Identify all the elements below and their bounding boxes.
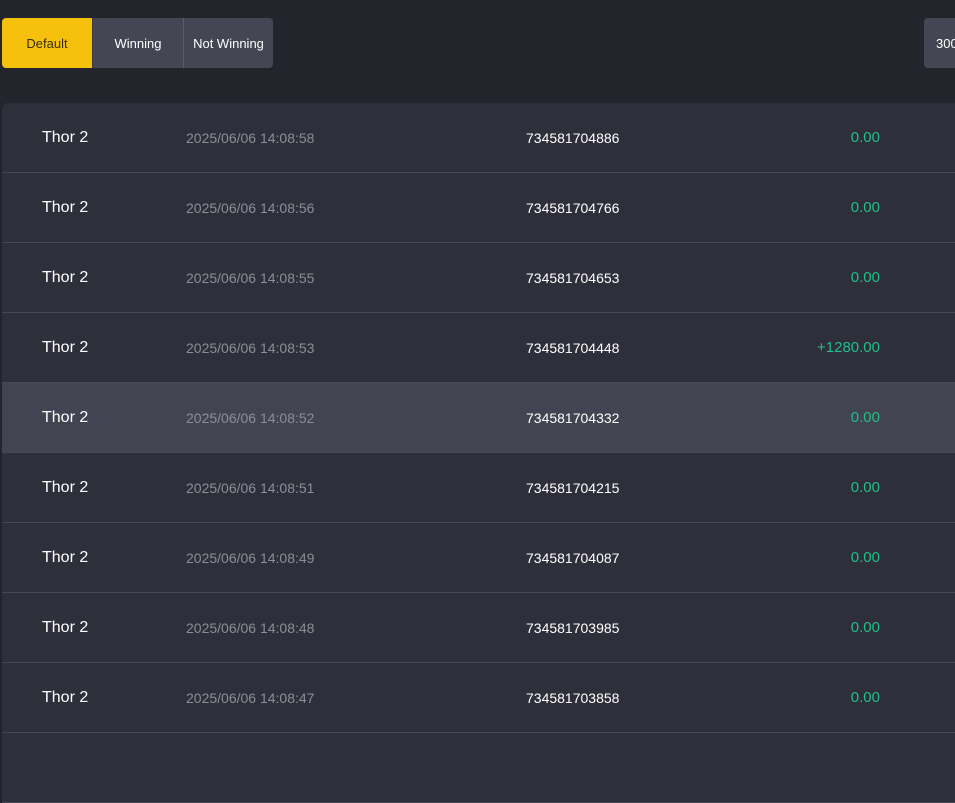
table-row-partial[interactable]: [2, 733, 955, 803]
bet-time: 2025/06/06 14:08:58: [186, 130, 315, 146]
game-name: Thor 2: [42, 269, 89, 286]
table-row[interactable]: Thor 2 2025/06/06 14:08:53 734581704448 …: [2, 313, 955, 383]
game-name: Thor 2: [42, 689, 89, 706]
range-select-button[interactable]: 300: [924, 18, 955, 68]
bet-id: 734581703858: [526, 690, 620, 706]
bet-id: 734581704653: [526, 270, 620, 286]
win-amount: 0.00: [850, 199, 880, 216]
win-amount: 0.00: [850, 689, 880, 706]
game-name: Thor 2: [42, 409, 89, 426]
bet-time: 2025/06/06 14:08:52: [186, 410, 315, 426]
filter-not-winning-button[interactable]: Not Winning: [183, 18, 273, 68]
game-name: Thor 2: [42, 479, 89, 496]
bet-time: 2025/06/06 14:08:51: [186, 480, 315, 496]
bet-id: 734581704886: [526, 130, 620, 146]
filter-default-button[interactable]: Default: [2, 18, 92, 68]
table-row[interactable]: Thor 2 2025/06/06 14:08:48 734581703985 …: [2, 593, 955, 663]
win-amount: +1280.00: [817, 339, 880, 356]
win-amount: 0.00: [850, 619, 880, 636]
bet-id: 734581704448: [526, 340, 620, 356]
bet-time: 2025/06/06 14:08:47: [186, 690, 315, 706]
filter-winning-button[interactable]: Winning: [92, 18, 183, 68]
win-amount: 0.00: [850, 479, 880, 496]
table-row[interactable]: Thor 2 2025/06/06 14:08:55 734581704653 …: [2, 243, 955, 313]
table-row[interactable]: Thor 2 2025/06/06 14:08:47 734581703858 …: [2, 663, 955, 733]
win-amount: 0.00: [850, 409, 880, 426]
table-row[interactable]: Thor 2 2025/06/06 14:08:49 734581704087 …: [2, 523, 955, 593]
win-amount: 0.00: [850, 129, 880, 146]
win-amount: 0.00: [850, 549, 880, 566]
bet-id: 734581704766: [526, 200, 620, 216]
table-row[interactable]: Thor 2 2025/06/06 14:08:58 734581704886 …: [2, 103, 955, 173]
filter-tabs: Default Winning Not Winning: [2, 18, 273, 68]
game-name: Thor 2: [42, 339, 89, 356]
bet-time: 2025/06/06 14:08:56: [186, 200, 315, 216]
game-name: Thor 2: [42, 199, 89, 216]
bet-id: 734581704332: [526, 410, 620, 426]
bet-id: 734581703985: [526, 620, 620, 636]
table-row-highlighted[interactable]: Thor 2 2025/06/06 14:08:52 734581704332 …: [2, 383, 955, 453]
win-amount: 0.00: [850, 269, 880, 286]
bet-time: 2025/06/06 14:08:55: [186, 270, 315, 286]
bet-time: 2025/06/06 14:08:53: [186, 340, 315, 356]
bet-id: 734581704215: [526, 480, 620, 496]
game-name: Thor 2: [42, 549, 89, 566]
bet-time: 2025/06/06 14:08:49: [186, 550, 315, 566]
table-row[interactable]: Thor 2 2025/06/06 14:08:51 734581704215 …: [2, 453, 955, 523]
bet-history-list: Thor 2 2025/06/06 14:08:58 734581704886 …: [2, 103, 955, 803]
table-row[interactable]: Thor 2 2025/06/06 14:08:56 734581704766 …: [2, 173, 955, 243]
range-select-label: 300: [936, 35, 955, 51]
bet-time: 2025/06/06 14:08:48: [186, 620, 315, 636]
game-name: Thor 2: [42, 619, 89, 636]
bet-id: 734581704087: [526, 550, 620, 566]
game-name: Thor 2: [42, 129, 89, 146]
